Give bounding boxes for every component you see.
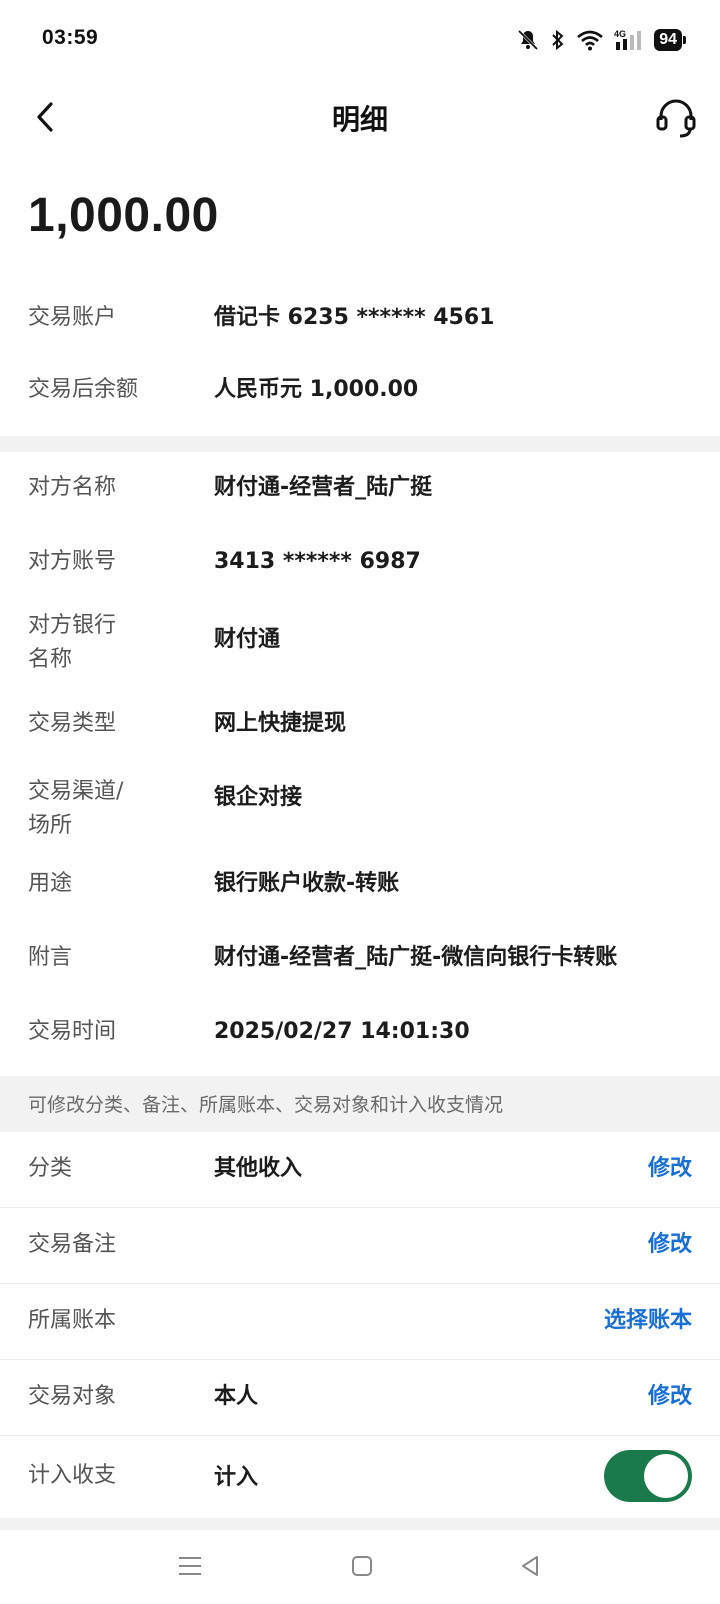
row-party: 交易对象 本人 修改 bbox=[0, 1360, 720, 1436]
toggle-knob bbox=[644, 1454, 688, 1498]
customer-service-button[interactable] bbox=[650, 94, 702, 146]
system-back-button[interactable] bbox=[510, 1548, 550, 1588]
row-channel: 交易渠道/ 场所 银企对接 bbox=[0, 776, 720, 846]
row-value: 2025/02/27 14:01:30 bbox=[214, 1019, 470, 1044]
row-label: 附言 bbox=[28, 945, 73, 970]
row-value: 财付通 bbox=[214, 627, 281, 652]
mute-bell-icon bbox=[516, 28, 540, 52]
row-value: 人民币元 1,000.00 bbox=[214, 377, 419, 402]
page-title: 明细 bbox=[331, 103, 388, 136]
home-button[interactable] bbox=[342, 1548, 382, 1588]
bottom-divider bbox=[0, 1518, 720, 1530]
row-label: 交易类型 bbox=[28, 711, 117, 736]
row-remark: 附言 财付通-经营者_陆广挺-微信向银行卡转账 bbox=[0, 942, 720, 978]
row-txn-time: 交易时间 2025/02/27 14:01:30 bbox=[0, 1016, 720, 1052]
back-triangle-icon bbox=[518, 1554, 542, 1582]
row-category: 分类 其他收入 修改 bbox=[0, 1132, 720, 1208]
row-value: 计入 bbox=[214, 1465, 259, 1490]
row-value: 网上快捷提现 bbox=[214, 711, 347, 736]
status-bar: 03:59 4G 94 bbox=[0, 0, 720, 80]
edit-party-button[interactable]: 修改 bbox=[648, 1381, 692, 1413]
row-label: 分类 bbox=[28, 1156, 73, 1181]
row-label: 用途 bbox=[28, 871, 73, 896]
notice-text: 可修改分类、备注、所属账本、交易对象和计入收支情况 bbox=[28, 1094, 504, 1116]
row-counterparty-bank: 对方银行 名称 财付通 bbox=[0, 610, 720, 680]
section-divider bbox=[0, 436, 720, 452]
row-label-line1: 交易渠道/ bbox=[28, 779, 124, 804]
include-toggle[interactable] bbox=[604, 1450, 692, 1502]
headset-icon bbox=[654, 96, 698, 144]
row-label: 交易后余额 bbox=[28, 377, 139, 402]
row-counterparty-account: 对方账号 3413 ****** 6987 bbox=[0, 546, 720, 582]
row-purpose: 用途 银行账户收款-转账 bbox=[0, 868, 720, 904]
svg-text:4G: 4G bbox=[614, 29, 626, 39]
row-value: 财付通-经营者_陆广挺 bbox=[214, 475, 433, 500]
row-counterparty-name: 对方名称 财付通-经营者_陆广挺 bbox=[0, 472, 720, 508]
bluetooth-icon bbox=[550, 28, 566, 52]
row-label: 对方名称 bbox=[28, 475, 117, 500]
row-value: 其他收入 bbox=[214, 1156, 303, 1181]
row-txn-type: 交易类型 网上快捷提现 bbox=[0, 708, 720, 744]
row-label: 交易时间 bbox=[28, 1019, 117, 1044]
row-account: 交易账户 借记卡 6235 ****** 4561 bbox=[0, 302, 720, 338]
edit-category-button[interactable]: 修改 bbox=[648, 1153, 692, 1185]
row-value: 本人 bbox=[214, 1384, 259, 1409]
select-ledger-button[interactable]: 选择账本 bbox=[604, 1305, 692, 1337]
row-value: 银行账户收款-转账 bbox=[214, 871, 400, 896]
status-icons: 4G 94 bbox=[516, 26, 686, 54]
row-label: 所属账本 bbox=[28, 1308, 117, 1333]
transaction-amount: 1,000.00 bbox=[28, 189, 219, 242]
row-ledger: 所属账本 选择账本 bbox=[0, 1284, 720, 1360]
row-value: 财付通-经营者_陆广挺-微信向银行卡转账 bbox=[214, 945, 618, 970]
edit-note-button[interactable]: 修改 bbox=[648, 1229, 692, 1261]
home-square-icon bbox=[350, 1554, 374, 1582]
row-label-line2: 场所 bbox=[28, 813, 73, 838]
row-value: 借记卡 6235 ****** 4561 bbox=[214, 305, 495, 330]
row-label: 对方账号 bbox=[28, 549, 117, 574]
system-nav-bar bbox=[0, 1530, 720, 1604]
row-label-line2: 名称 bbox=[28, 647, 73, 672]
status-time: 03:59 bbox=[42, 26, 99, 49]
row-balance: 交易后余额 人民币元 1,000.00 bbox=[0, 374, 720, 410]
row-label-line1: 对方银行 bbox=[28, 613, 117, 638]
edit-notice: 可修改分类、备注、所属账本、交易对象和计入收支情况 bbox=[0, 1076, 720, 1132]
signal-4g-icon: 4G bbox=[614, 28, 644, 52]
row-label: 交易账户 bbox=[28, 305, 117, 330]
nav-bar: 明细 bbox=[0, 84, 720, 154]
wifi-icon bbox=[576, 29, 604, 51]
row-include: 计入收支 计入 bbox=[0, 1436, 720, 1518]
recent-apps-button[interactable] bbox=[170, 1548, 210, 1588]
battery-indicator: 94 bbox=[654, 29, 686, 51]
row-value: 银企对接 bbox=[214, 785, 303, 810]
row-label: 计入收支 bbox=[28, 1463, 117, 1488]
menu-icon bbox=[177, 1555, 203, 1581]
row-label: 交易对象 bbox=[28, 1384, 117, 1409]
row-label: 交易备注 bbox=[28, 1232, 117, 1257]
row-note: 交易备注 修改 bbox=[0, 1208, 720, 1284]
row-value: 3413 ****** 6987 bbox=[214, 549, 421, 574]
